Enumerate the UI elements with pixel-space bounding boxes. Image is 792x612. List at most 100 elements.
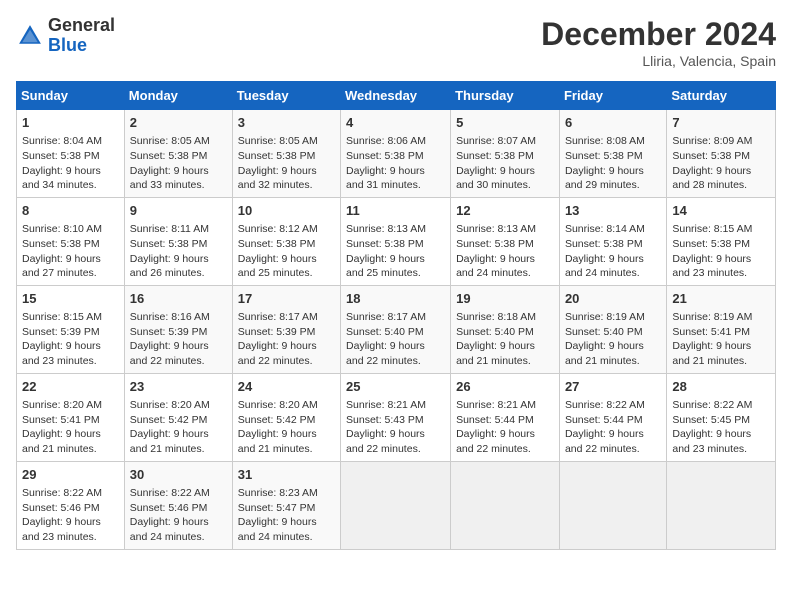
calendar-table: SundayMondayTuesdayWednesdayThursdayFrid…: [16, 81, 776, 550]
calendar-cell: 31 Sunrise: 8:23 AMSunset: 5:47 PMDayligh…: [232, 461, 340, 549]
day-number: 7: [672, 114, 770, 132]
day-number: 19: [456, 290, 554, 308]
cell-content: Sunrise: 8:13 AMSunset: 5:38 PMDaylight:…: [346, 222, 445, 281]
logo-text: General Blue: [48, 16, 115, 56]
calendar-week-row: 8 Sunrise: 8:10 AMSunset: 5:38 PMDaylight…: [17, 197, 776, 285]
calendar-week-row: 15 Sunrise: 8:15 AMSunset: 5:39 PMDayligh…: [17, 285, 776, 373]
column-header-sunday: Sunday: [17, 82, 125, 110]
column-header-friday: Friday: [559, 82, 666, 110]
calendar-cell: 21 Sunrise: 8:19 AMSunset: 5:41 PMDayligh…: [667, 285, 776, 373]
day-number: 29: [22, 466, 119, 484]
calendar-cell: 8 Sunrise: 8:10 AMSunset: 5:38 PMDaylight…: [17, 197, 125, 285]
calendar-cell: [341, 461, 451, 549]
calendar-cell: [667, 461, 776, 549]
title-block: December 2024 Lliria, Valencia, Spain: [541, 16, 776, 69]
cell-content: Sunrise: 8:23 AMSunset: 5:47 PMDaylight:…: [238, 486, 335, 545]
cell-content: Sunrise: 8:14 AMSunset: 5:38 PMDaylight:…: [565, 222, 661, 281]
calendar-cell: 23Sunrise: 8:20 AMSunset: 5:42 PMDayligh…: [124, 373, 232, 461]
cell-content: Sunrise: 8:05 AMSunset: 5:38 PMDaylight:…: [130, 134, 227, 193]
day-number: 11: [346, 202, 445, 220]
cell-content: Sunrise: 8:22 AMSunset: 5:46 PMDaylight:…: [130, 486, 227, 545]
day-number: 21: [672, 290, 770, 308]
day-number: 12: [456, 202, 554, 220]
calendar-week-row: 22Sunrise: 8:20 AMSunset: 5:41 PMDayligh…: [17, 373, 776, 461]
logo-icon: [16, 22, 44, 50]
calendar-cell: 9Sunrise: 8:11 AMSunset: 5:38 PMDaylight…: [124, 197, 232, 285]
day-number: 2: [130, 114, 227, 132]
cell-content: Sunrise: 8:19 AMSunset: 5:41 PMDaylight:…: [672, 310, 770, 369]
day-number: 17: [238, 290, 335, 308]
calendar-cell: 30 Sunrise: 8:22 AMSunset: 5:46 PMDayligh…: [124, 461, 232, 549]
cell-content: Sunrise: 8:06 AMSunset: 5:38 PMDaylight:…: [346, 134, 445, 193]
calendar-cell: 18 Sunrise: 8:17 AMSunset: 5:40 PMDayligh…: [341, 285, 451, 373]
cell-content: Sunrise: 8:17 AMSunset: 5:40 PMDaylight:…: [346, 310, 445, 369]
calendar-cell: 4 Sunrise: 8:06 AMSunset: 5:38 PMDaylight…: [341, 110, 451, 198]
column-header-wednesday: Wednesday: [341, 82, 451, 110]
cell-content: Sunrise: 8:18 AMSunset: 5:40 PMDaylight:…: [456, 310, 554, 369]
day-number: 15: [22, 290, 119, 308]
column-header-saturday: Saturday: [667, 82, 776, 110]
day-number: 31: [238, 466, 335, 484]
day-number: 10: [238, 202, 335, 220]
day-number: 23: [130, 378, 227, 396]
calendar-cell: 10Sunrise: 8:12 AMSunset: 5:38 PMDayligh…: [232, 197, 340, 285]
calendar-cell: 29Sunrise: 8:22 AMSunset: 5:46 PMDayligh…: [17, 461, 125, 549]
day-number: 16: [130, 290, 227, 308]
day-number: 26: [456, 378, 554, 396]
column-header-thursday: Thursday: [451, 82, 560, 110]
calendar-cell: 16 Sunrise: 8:16 AMSunset: 5:39 PMDayligh…: [124, 285, 232, 373]
calendar-cell: 3 Sunrise: 8:05 AMSunset: 5:38 PMDaylight…: [232, 110, 340, 198]
cell-content: Sunrise: 8:07 AMSunset: 5:38 PMDaylight:…: [456, 134, 554, 193]
calendar-cell: 7 Sunrise: 8:09 AMSunset: 5:38 PMDaylight…: [667, 110, 776, 198]
cell-content: Sunrise: 8:16 AMSunset: 5:39 PMDaylight:…: [130, 310, 227, 369]
month-title: December 2024: [541, 16, 776, 53]
calendar-week-row: 29 Sunrise: 8:22 AMSunset: 5:46 PMDayligh…: [17, 461, 776, 549]
cell-content: Sunrise: 8:15 AMSunset: 5:39 PMDaylight:…: [22, 310, 119, 369]
cell-content: Sunrise: 8:22 AMSunset: 5:45 PMDaylight:…: [672, 398, 770, 457]
cell-content: Sunrise: 8:19 AMSunset: 5:40 PMDaylight:…: [565, 310, 661, 369]
cell-content: Sunrise: 8:20 AMSunset: 5:41 PMDaylight:…: [22, 398, 119, 457]
calendar-cell: 22Sunrise: 8:20 AMSunset: 5:41 PMDayligh…: [17, 373, 125, 461]
day-number: 9: [130, 202, 227, 220]
calendar-cell: 5Sunrise: 8:07 AMSunset: 5:38 PMDaylight…: [451, 110, 560, 198]
calendar-cell: 2 Sunrise: 8:05 AMSunset: 5:38 PMDaylight…: [124, 110, 232, 198]
cell-content: Sunrise: 8:05 AMSunset: 5:38 PMDaylight:…: [238, 134, 335, 193]
cell-content: Sunrise: 8:20 AMSunset: 5:42 PMDaylight:…: [238, 398, 335, 457]
location: Lliria, Valencia, Spain: [541, 53, 776, 69]
day-number: 27: [565, 378, 661, 396]
calendar-cell: 14Sunrise: 8:15 AMSunset: 5:38 PMDayligh…: [667, 197, 776, 285]
calendar-cell: 15 Sunrise: 8:15 AMSunset: 5:39 PMDayligh…: [17, 285, 125, 373]
day-number: 24: [238, 378, 335, 396]
day-number: 3: [238, 114, 335, 132]
calendar-cell: 19 Sunrise: 8:18 AMSunset: 5:40 PMDayligh…: [451, 285, 560, 373]
calendar-cell: 28Sunrise: 8:22 AMSunset: 5:45 PMDayligh…: [667, 373, 776, 461]
day-number: 8: [22, 202, 119, 220]
calendar-cell: 17 Sunrise: 8:17 AMSunset: 5:39 PMDayligh…: [232, 285, 340, 373]
day-number: 1: [22, 114, 119, 132]
calendar-cell: 20Sunrise: 8:19 AMSunset: 5:40 PMDayligh…: [559, 285, 666, 373]
day-number: 30: [130, 466, 227, 484]
logo: General Blue: [16, 16, 115, 56]
day-number: 6: [565, 114, 661, 132]
calendar-cell: [559, 461, 666, 549]
cell-content: Sunrise: 8:17 AMSunset: 5:39 PMDaylight:…: [238, 310, 335, 369]
cell-content: Sunrise: 8:21 AMSunset: 5:44 PMDaylight:…: [456, 398, 554, 457]
cell-content: Sunrise: 8:04 AMSunset: 5:38 PMDaylight:…: [22, 134, 119, 193]
day-number: 4: [346, 114, 445, 132]
calendar-cell: 11 Sunrise: 8:13 AMSunset: 5:38 PMDayligh…: [341, 197, 451, 285]
calendar-cell: 26 Sunrise: 8:21 AMSunset: 5:44 PMDayligh…: [451, 373, 560, 461]
calendar-cell: 6Sunrise: 8:08 AMSunset: 5:38 PMDaylight…: [559, 110, 666, 198]
day-number: 25: [346, 378, 445, 396]
day-number: 14: [672, 202, 770, 220]
cell-content: Sunrise: 8:09 AMSunset: 5:38 PMDaylight:…: [672, 134, 770, 193]
day-number: 18: [346, 290, 445, 308]
calendar-cell: 12 Sunrise: 8:13 AMSunset: 5:38 PMDayligh…: [451, 197, 560, 285]
cell-content: Sunrise: 8:22 AMSunset: 5:44 PMDaylight:…: [565, 398, 661, 457]
cell-content: Sunrise: 8:13 AMSunset: 5:38 PMDaylight:…: [456, 222, 554, 281]
calendar-cell: [451, 461, 560, 549]
calendar-cell: 1 Sunrise: 8:04 AMSunset: 5:38 PMDaylight…: [17, 110, 125, 198]
day-number: 13: [565, 202, 661, 220]
calendar-body: 1 Sunrise: 8:04 AMSunset: 5:38 PMDaylight…: [17, 110, 776, 550]
cell-content: Sunrise: 8:10 AMSunset: 5:38 PMDaylight:…: [22, 222, 119, 281]
cell-content: Sunrise: 8:21 AMSunset: 5:43 PMDaylight:…: [346, 398, 445, 457]
